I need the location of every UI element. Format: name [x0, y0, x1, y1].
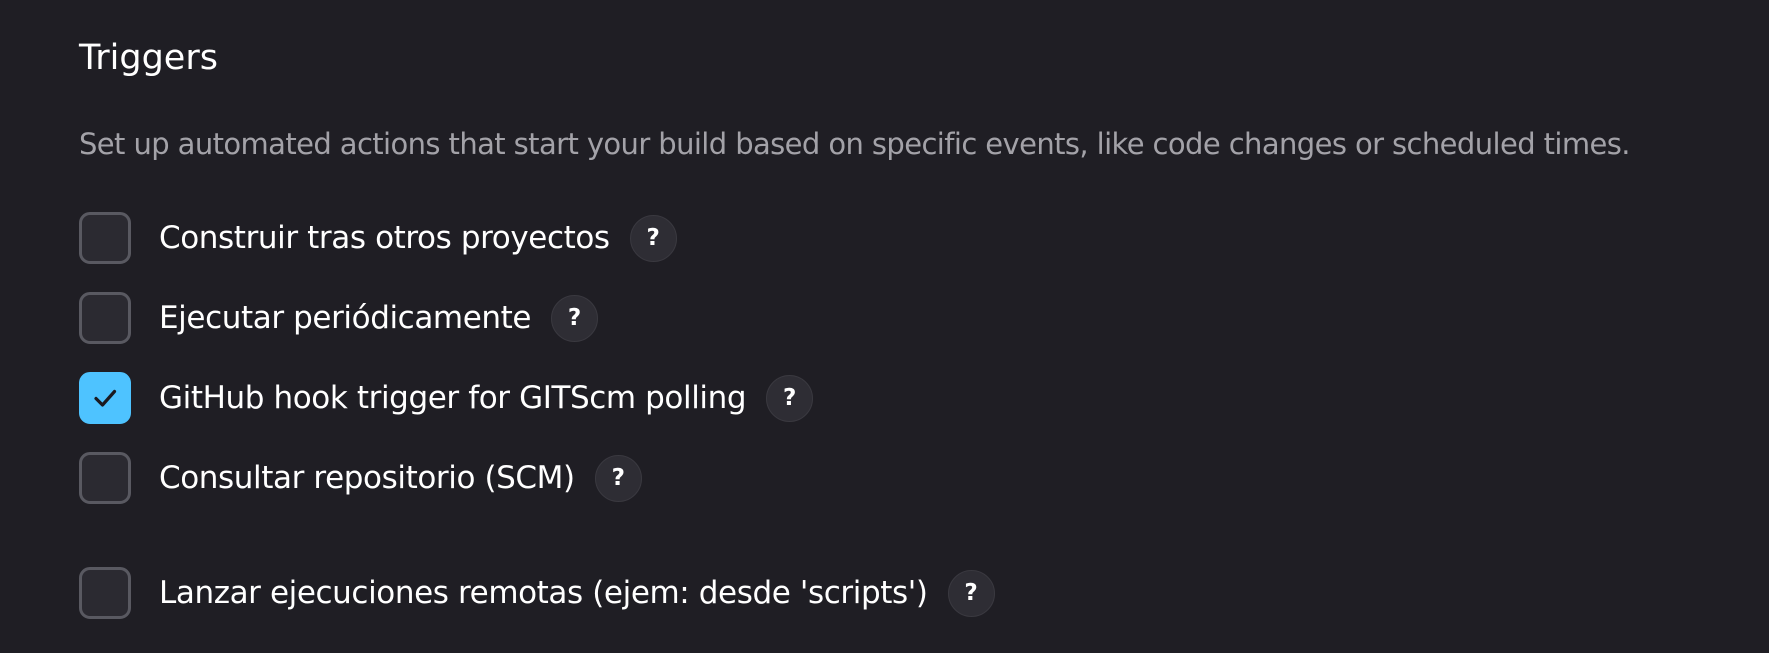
option-label[interactable]: Ejecutar periódicamente [159, 296, 531, 340]
checkbox[interactable] [79, 212, 131, 264]
triggers-section: Triggers Set up automated actions that s… [79, 0, 1759, 653]
option-label[interactable]: Consultar repositorio (SCM) [159, 456, 575, 500]
checkbox[interactable] [79, 292, 131, 344]
option-label[interactable]: Construir tras otros proyectos [159, 216, 610, 260]
help-icon[interactable]: ? [629, 214, 677, 262]
trigger-option-poll-scm[interactable]: Consultar repositorio (SCM) ? [79, 451, 642, 505]
check-icon [94, 389, 117, 407]
trigger-option-build-after-other-projects[interactable]: Construir tras otros proyectos ? [79, 211, 677, 265]
checkbox[interactable] [79, 452, 131, 504]
trigger-option-github-hook[interactable]: GitHub hook trigger for GITScm polling ? [79, 371, 814, 425]
help-icon[interactable]: ? [947, 569, 995, 617]
help-icon[interactable]: ? [766, 374, 814, 422]
help-icon[interactable]: ? [594, 454, 642, 502]
option-label[interactable]: Lanzar ejecuciones remotas (ejem: desde … [159, 571, 928, 615]
help-icon[interactable]: ? [551, 294, 599, 342]
section-title: Triggers [79, 38, 218, 78]
option-label[interactable]: GitHub hook trigger for GITScm polling [159, 376, 747, 420]
section-description: Set up automated actions that start your… [79, 127, 1630, 161]
trigger-option-build-periodically[interactable]: Ejecutar periódicamente ? [79, 291, 599, 345]
checkbox-checked[interactable] [79, 372, 131, 424]
checkbox[interactable] [79, 567, 131, 619]
trigger-option-remote-builds[interactable]: Lanzar ejecuciones remotas (ejem: desde … [79, 566, 995, 620]
